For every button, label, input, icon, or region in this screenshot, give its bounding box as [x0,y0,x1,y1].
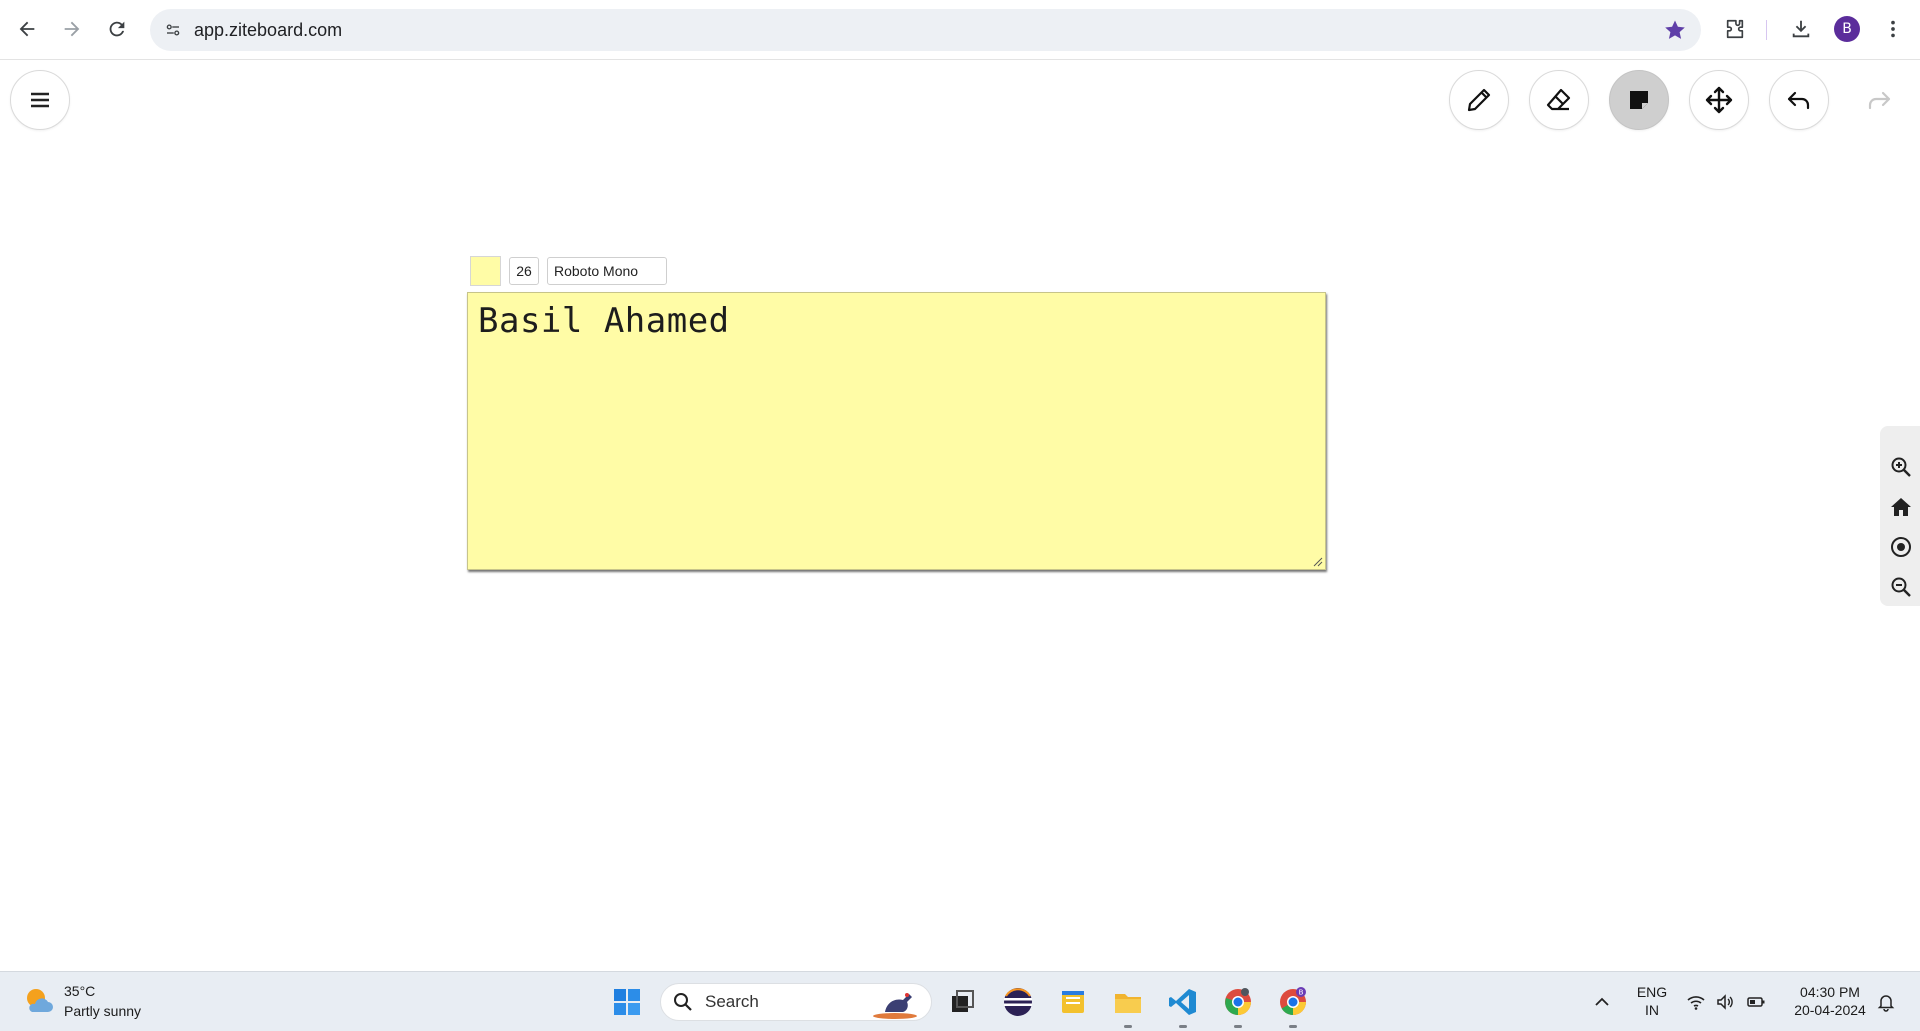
chrome-profile-app[interactable]: B [1273,982,1313,1028]
redo-icon [1868,91,1891,110]
resize-handle-icon[interactable] [1311,555,1323,567]
vscode-icon [1169,989,1196,1015]
windows-start-icon [614,989,640,1015]
running-indicator [1179,1025,1187,1028]
file-explorer-icon [1115,994,1141,1013]
note-text[interactable]: Basil Ahamed [478,301,730,341]
reload-icon [109,21,125,37]
eclipse-icon [1004,988,1032,1016]
search-icon [674,993,692,1011]
weather-temperature: 35°C [64,983,96,999]
eclipse-app[interactable] [998,982,1038,1022]
search-highlight-icon [873,993,917,1019]
download-icon [1792,20,1810,38]
zoom-out-button[interactable] [1888,574,1914,600]
vscode-app[interactable] [1163,982,1203,1028]
bookmark-star-icon[interactable] [1663,18,1687,42]
notes-app[interactable] [1053,982,1093,1022]
extensions-button[interactable] [1716,10,1754,48]
app-menu-button[interactable] [10,70,70,130]
arrow-right-icon [64,21,80,37]
task-view-button[interactable] [942,982,982,1022]
wifi-icon[interactable] [1686,992,1706,1012]
zoom-out-icon [1891,577,1911,597]
note-toolbar: 26 Roboto Mono [470,256,667,286]
move-icon [1705,86,1733,114]
start-button[interactable] [607,982,647,1022]
weather-description: Partly sunny [64,1003,142,1019]
running-indicator [1289,1025,1297,1028]
chevron-up-icon[interactable] [1592,992,1612,1012]
move-tool-button[interactable] [1689,70,1749,130]
partly-sunny-icon [27,989,53,1012]
kebab-menu-icon [1891,20,1895,38]
eraser-tool-button[interactable] [1529,70,1589,130]
pencil-tool-button[interactable] [1449,70,1509,130]
profile-button[interactable]: B [1828,10,1866,48]
eraser-icon [1546,88,1571,111]
zoom-in-icon [1891,457,1911,477]
volume-icon[interactable] [1715,992,1735,1012]
undo-button[interactable] [1769,70,1829,130]
browser-toolbar: app.ziteboard.com B [0,0,1920,60]
downloads-button[interactable] [1782,10,1820,48]
center-button[interactable] [1888,534,1914,560]
chrome-profile-icon: B [1280,987,1306,1016]
taskbar-search[interactable]: Search [660,983,932,1021]
battery-icon[interactable] [1746,992,1766,1012]
url-text: app.ziteboard.com [194,19,343,40]
notification-bell-icon[interactable] [1876,992,1896,1012]
note-color-swatch[interactable] [470,256,501,286]
running-indicator [1234,1025,1242,1028]
back-button[interactable] [8,10,46,48]
language-indicator[interactable]: ENG IN [1630,983,1674,1019]
toolbar-divider [1766,20,1767,40]
task-view-icon [952,990,974,1012]
site-info-icon[interactable] [158,15,188,45]
svg-text:B: B [1299,989,1304,997]
puzzle-icon [1726,19,1744,39]
notes-app-icon [1062,991,1084,1013]
chrome-icon [1225,988,1251,1016]
sticky-note-icon [1630,91,1648,109]
reload-button[interactable] [98,10,136,48]
taskbar: 35°C Partly sunny Search B ENG IN 04:30 … [0,971,1920,1031]
hamburger-icon [31,92,49,108]
sticky-note[interactable]: Basil Ahamed [467,292,1326,570]
font-size-field[interactable]: 26 [509,257,539,285]
center-icon [1891,537,1911,557]
browser-menu-button[interactable] [1874,10,1912,48]
home-icon [1891,498,1911,516]
clock[interactable]: 04:30 PM 20-04-2024 [1782,983,1878,1019]
arrow-left-icon [19,21,35,37]
home-button[interactable] [1888,494,1914,520]
chrome-app[interactable] [1218,982,1258,1028]
running-indicator [1124,1025,1132,1028]
forward-button[interactable] [53,10,91,48]
undo-icon [1787,91,1810,110]
zoom-panel [1880,426,1920,606]
font-family-field[interactable]: Roboto Mono [547,257,667,285]
avatar: B [1834,16,1860,42]
search-label: Search [705,992,759,1011]
address-bar[interactable]: app.ziteboard.com [150,9,1701,51]
zoom-in-button[interactable] [1888,454,1914,480]
pencil-icon [1467,88,1491,112]
redo-button[interactable] [1849,70,1909,130]
sticky-note-tool-button[interactable] [1609,70,1669,130]
file-explorer-app[interactable] [1108,982,1148,1028]
